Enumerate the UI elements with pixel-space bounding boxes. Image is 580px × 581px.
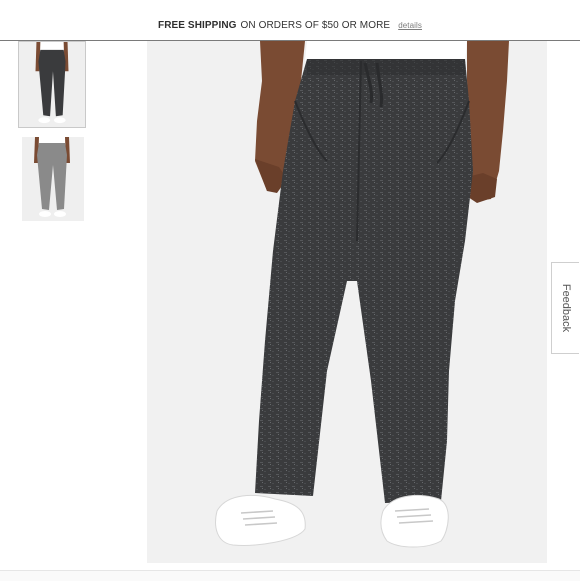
product-photo [147,41,547,563]
banner-bold-text: FREE SHIPPING [157,20,237,31]
thumbnail-2-image [22,137,84,221]
details-link[interactable]: details [398,21,422,30]
below-fold-edge [0,570,580,581]
thumbnail-1-image [19,42,85,127]
thumbnail-2[interactable] [22,137,84,221]
main-product-image[interactable] [147,41,547,563]
free-shipping-banner: FREE SHIPPING ON ORDERS OF $50 OR MORE d… [0,11,580,41]
thumbnail-1[interactable] [18,41,86,128]
banner-text: ON ORDERS OF $50 OR MORE [240,20,391,31]
feedback-tab[interactable]: Feedback [551,262,579,354]
feedback-label: Feedback [559,283,572,333]
